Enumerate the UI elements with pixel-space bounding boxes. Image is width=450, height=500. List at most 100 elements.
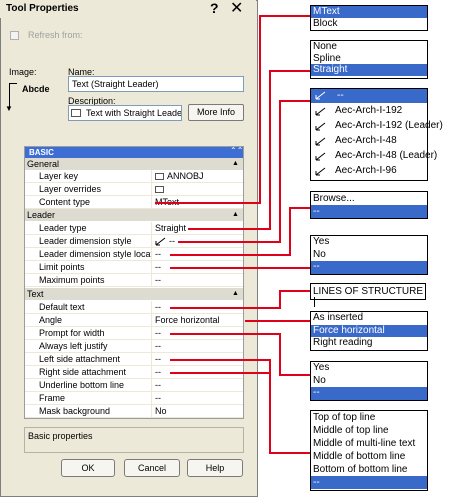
leader-arrow-icon: ▼ (5, 104, 13, 113)
property-name: Limit points (39, 262, 85, 272)
refresh-checkbox[interactable] (10, 31, 19, 40)
property-value: -- (155, 328, 161, 338)
cancel-button[interactable]: Cancel (124, 459, 180, 477)
callout-option[interactable]: Bottom of bottom line (311, 463, 427, 476)
property-row-layer-key[interactable]: Layer key ANNOBJ (25, 170, 243, 183)
callout-option[interactable]: As inserted (311, 312, 427, 325)
name-field[interactable]: Text (Straight Leader) (68, 76, 244, 92)
image-label: Image: (9, 67, 37, 77)
callout-option[interactable]: Right reading (311, 337, 427, 350)
connector-line (259, 15, 261, 204)
callout-option[interactable]: Browse... (311, 192, 427, 205)
tool-image-text[interactable]: Abcde (22, 84, 50, 94)
connector-line (245, 320, 310, 322)
connector-line (269, 70, 271, 230)
connector-line (155, 202, 260, 204)
connector-line (279, 290, 310, 292)
callout-option[interactable]: Middle of multi-line text (311, 437, 427, 450)
callout-option[interactable]: Aec-Arch-I-192 (311, 103, 427, 118)
callout-option[interactable]: Aec-Arch-I-96 (311, 163, 427, 178)
callout-option[interactable]: Top of top line (311, 411, 427, 424)
property-value: No (155, 406, 167, 416)
ok-button[interactable]: OK (61, 459, 115, 477)
property-value: ANNOBJ (155, 170, 204, 182)
callout-option[interactable]: -- (311, 89, 427, 103)
property-name: Leader dimension style locat... (39, 249, 151, 259)
property-row-always-left-justify[interactable]: Always left justify -- (25, 340, 243, 353)
property-value: Force horizontal (155, 315, 220, 325)
property-value: -- (155, 302, 161, 312)
property-name: Underline bottom line (39, 380, 125, 390)
connector-line (279, 374, 310, 376)
callout-option[interactable]: Middle of bottom line (311, 450, 427, 463)
callout-option[interactable]: No (311, 375, 427, 388)
default-text-value[interactable]: LINES OF STRUCTURE (313, 286, 423, 297)
callout-option[interactable]: No (311, 249, 427, 262)
property-name: Maximum points (39, 275, 105, 285)
category-general[interactable]: General (25, 158, 243, 170)
property-value (155, 183, 167, 195)
callout-option[interactable]: -- (311, 205, 427, 218)
property-name: Always left justify (39, 341, 108, 351)
callout-option[interactable]: Straight (311, 64, 427, 76)
property-name: Layer overrides (39, 184, 102, 194)
property-row-frame[interactable]: Frame -- (25, 392, 243, 405)
layer-icon (155, 173, 164, 181)
text-cursor (314, 297, 315, 308)
angle-callout: As inserted Force horizontal Right readi… (310, 311, 428, 351)
property-name: Frame (39, 393, 66, 403)
property-row-underline-bottom[interactable]: Underline bottom line -- (25, 379, 243, 392)
property-value: -- (155, 341, 161, 351)
callout-option[interactable]: -- (311, 476, 427, 489)
callout-option[interactable]: Force horizontal (311, 324, 427, 337)
more-info-button[interactable]: More Info (188, 104, 244, 121)
callout-option[interactable]: -- (311, 387, 427, 400)
property-row-angle[interactable]: Angle Force horizontal (25, 314, 243, 327)
property-value: -- (155, 380, 161, 390)
close-icon[interactable]: ✕ (230, 0, 243, 18)
connector-line (259, 15, 310, 17)
dimension-style-callout: -- Aec-Arch-I-192 Aec-Arch-I-192 (Leader… (310, 88, 443, 181)
category-leader[interactable]: Leader (25, 209, 243, 221)
callout-option[interactable]: Aec-Arch-I-48 (Leader) (311, 148, 437, 163)
callout-option[interactable]: -- (311, 261, 427, 274)
collapse-icon[interactable]: ⌃⌃ (230, 146, 243, 155)
callout-option[interactable]: Aec-Arch-I-192 (Leader) (311, 118, 443, 133)
attachment-callout: Top of top line Middle of top line Middl… (310, 410, 428, 491)
leader-type-callout: None Spline Straight (310, 40, 428, 79)
callout-option[interactable]: None (311, 41, 427, 53)
collapse-icon[interactable]: ▲ (231, 288, 240, 300)
callout-option[interactable]: Block (311, 18, 427, 30)
callout-option[interactable]: MText (311, 6, 427, 18)
description-panel-text: Basic properties (28, 431, 93, 441)
property-name: Right side attachment (39, 367, 127, 377)
dimension-style-icon (315, 151, 327, 161)
collapse-icon[interactable]: ▲ (231, 158, 240, 170)
property-value: -- (155, 393, 161, 403)
description-field[interactable]: Text with Straight Leader (68, 105, 182, 121)
property-row-mask-background[interactable]: Mask background No (25, 405, 243, 418)
callout-option[interactable]: Spline (311, 53, 427, 65)
callout-option[interactable]: Middle of top line (311, 424, 427, 437)
help-icon[interactable]: ? (210, 0, 219, 16)
property-row-maximum-points[interactable]: Maximum points -- (25, 274, 243, 287)
callout-option[interactable]: Yes (311, 362, 427, 375)
property-name: Prompt for width (39, 328, 105, 338)
overrides-icon (155, 186, 164, 194)
connector-line (170, 307, 280, 309)
property-name: Angle (39, 315, 63, 325)
connector-line (269, 359, 271, 454)
limit-points-callout: Yes No -- (310, 235, 428, 275)
basic-section-header[interactable]: BASIC (25, 147, 243, 158)
connector-line (279, 290, 281, 309)
connector-line (170, 254, 290, 256)
collapse-icon[interactable]: ▲ (231, 209, 240, 221)
property-row-layer-overrides[interactable]: Layer overrides (25, 183, 243, 196)
help-button[interactable]: Help (187, 459, 243, 477)
property-name: Leader type (39, 223, 87, 233)
dimension-style-icon (315, 166, 327, 176)
category-text[interactable]: Text (25, 288, 243, 300)
property-name: Default text (39, 302, 85, 312)
callout-option[interactable]: Yes (311, 236, 427, 249)
callout-option[interactable]: Aec-Arch-I-48 (311, 133, 427, 148)
